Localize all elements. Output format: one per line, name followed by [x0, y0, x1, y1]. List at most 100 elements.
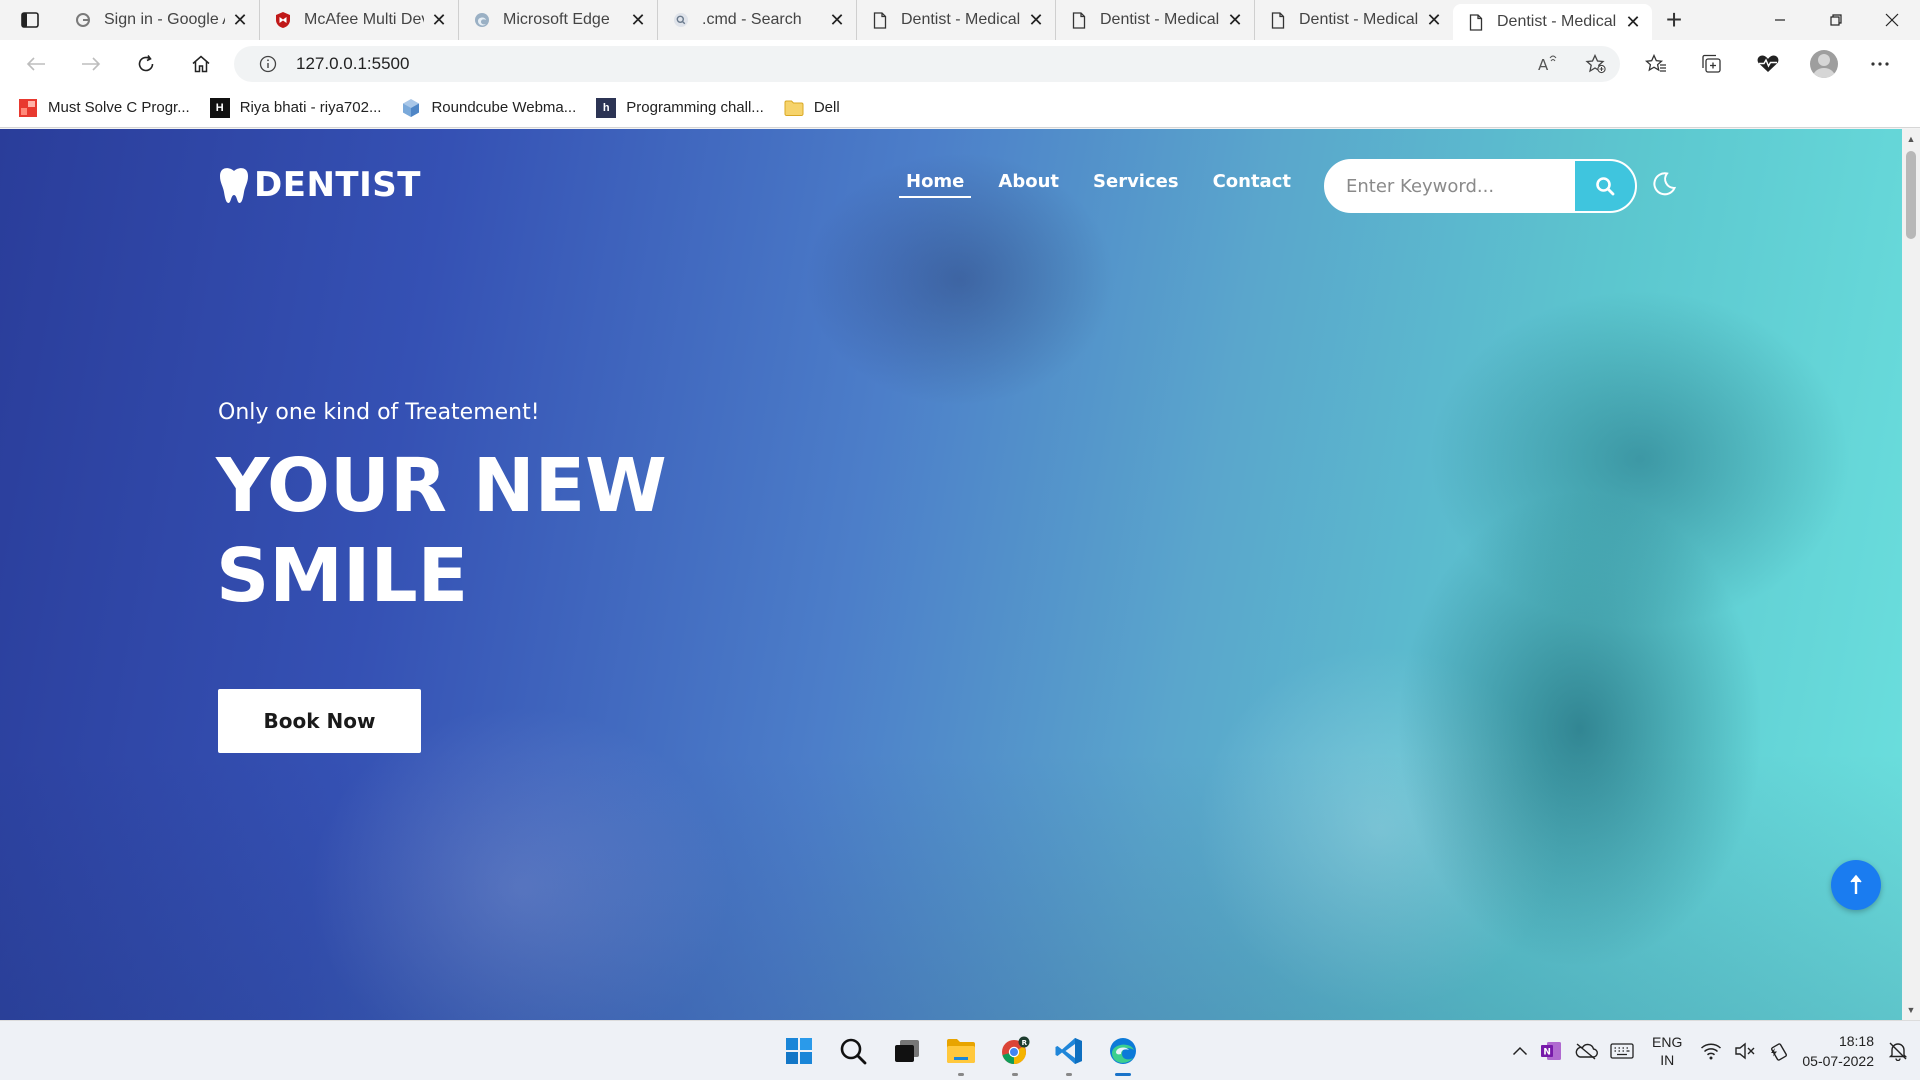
- address-bar[interactable]: 127.0.0.1:5500 A: [234, 46, 1620, 82]
- site-logo[interactable]: DENTIST: [218, 165, 421, 205]
- minimize-icon: [1775, 19, 1785, 21]
- home-button[interactable]: [173, 40, 228, 88]
- svg-text:N: N: [1543, 1048, 1551, 1058]
- browser-essentials-button[interactable]: [1740, 40, 1796, 88]
- hackerrank-icon: H: [209, 97, 230, 118]
- moon-icon: [1653, 172, 1677, 196]
- forward-arrow-icon: [81, 57, 100, 71]
- notification-bell-icon: [1888, 1042, 1908, 1061]
- site-search: [1324, 159, 1637, 213]
- page-icon: [871, 11, 889, 29]
- nav-about[interactable]: About: [998, 171, 1059, 198]
- restore-icon: [1830, 14, 1842, 26]
- forward-button[interactable]: [63, 40, 118, 88]
- tab-title: Sign in - Google A: [104, 11, 225, 28]
- dark-mode-toggle[interactable]: [1649, 169, 1679, 199]
- nav-services[interactable]: Services: [1093, 171, 1179, 198]
- back-button[interactable]: [8, 40, 63, 88]
- favorite-folder[interactable]: Dell: [784, 98, 840, 118]
- favorite-link[interactable]: Roundcube Webma...: [401, 98, 576, 118]
- volume-button[interactable]: [1728, 1021, 1762, 1080]
- running-indicator: [958, 1073, 964, 1076]
- close-tab-icon[interactable]: ✕: [1425, 10, 1443, 31]
- vscode-button[interactable]: [1042, 1021, 1096, 1080]
- scrollbar-thumb[interactable]: [1906, 151, 1916, 239]
- browser-tab[interactable]: Dentist - Medical ✕: [856, 0, 1055, 40]
- edge-button[interactable]: [1096, 1021, 1150, 1080]
- running-indicator: [1066, 1073, 1072, 1076]
- network-button[interactable]: [1694, 1021, 1728, 1080]
- battery-charging-icon: [1771, 1043, 1788, 1061]
- browser-tab[interactable]: Microsoft Edge ✕: [458, 0, 657, 40]
- taskbar-clock[interactable]: 18:18 05-07-2022: [1796, 1031, 1882, 1071]
- close-tab-icon[interactable]: ✕: [231, 10, 249, 31]
- onedrive-tray-button[interactable]: [1568, 1021, 1604, 1080]
- close-tab-icon[interactable]: ✕: [1226, 10, 1244, 31]
- scroll-up-arrow-icon[interactable]: ▲: [1902, 131, 1920, 147]
- search-button[interactable]: [1575, 161, 1635, 211]
- read-aloud-icon[interactable]: A: [1524, 55, 1572, 73]
- nav-contact[interactable]: Contact: [1213, 171, 1291, 198]
- browser-tab[interactable]: Dentist - Medical ✕: [1055, 0, 1254, 40]
- collections-button[interactable]: [1684, 40, 1740, 88]
- scroll-down-arrow-icon[interactable]: ▼: [1902, 1002, 1920, 1018]
- favorites-star-icon: [1645, 54, 1666, 72]
- close-tab-icon[interactable]: ✕: [1027, 10, 1045, 31]
- file-explorer-button[interactable]: [934, 1021, 988, 1080]
- browser-tab[interactable]: Sign in - Google A ✕: [60, 0, 259, 40]
- running-indicator: [1012, 1073, 1018, 1076]
- favorite-link[interactable]: H Riya bhati - riya702...: [209, 97, 381, 118]
- page-scrollbar[interactable]: ▲ ▼: [1902, 129, 1920, 1020]
- book-now-button[interactable]: Book Now: [218, 689, 421, 753]
- close-tab-icon[interactable]: ✕: [1624, 12, 1642, 33]
- hero-tagline: Only one kind of Treatement!: [218, 400, 540, 425]
- favorite-link[interactable]: h Programming chall...: [596, 97, 764, 118]
- notifications-button[interactable]: [1882, 1021, 1920, 1080]
- settings-more-button[interactable]: [1852, 40, 1908, 88]
- hackerearth-icon: h: [596, 97, 617, 118]
- site-info-icon[interactable]: [250, 55, 286, 73]
- start-button[interactable]: [772, 1021, 826, 1080]
- browser-tab[interactable]: .cmd - Search ✕: [657, 0, 856, 40]
- browser-tab[interactable]: Dentist - Medical ✕: [1254, 0, 1453, 40]
- refresh-button[interactable]: [118, 40, 173, 88]
- onenote-tray-button[interactable]: N: [1534, 1021, 1568, 1080]
- taskbar-search-button[interactable]: [826, 1021, 880, 1080]
- add-favorite-icon[interactable]: [1572, 54, 1620, 74]
- refresh-icon: [138, 55, 153, 72]
- new-tab-button[interactable]: +: [1652, 0, 1696, 40]
- nav-home[interactable]: Home: [899, 171, 972, 198]
- favorites-button[interactable]: [1628, 40, 1684, 88]
- close-tab-icon[interactable]: ✕: [629, 10, 647, 31]
- close-window-button[interactable]: [1864, 0, 1920, 40]
- search-input[interactable]: [1326, 161, 1575, 211]
- scroll-to-top-button[interactable]: [1831, 860, 1881, 910]
- window-controls: [1752, 0, 1920, 40]
- logo-text: DENTIST: [254, 165, 421, 205]
- close-tab-icon[interactable]: ✕: [828, 10, 846, 31]
- browser-tab-active[interactable]: Dentist - Medical ✕: [1453, 4, 1652, 40]
- language-indicator[interactable]: ENG IN: [1640, 1033, 1694, 1069]
- collections-icon: [1702, 54, 1721, 73]
- language-code: ENG: [1652, 1034, 1683, 1050]
- task-view-button[interactable]: [880, 1021, 934, 1080]
- page-icon: [1269, 11, 1287, 29]
- browser-tab[interactable]: McAfee Multi Dev ✕: [259, 0, 458, 40]
- favorite-link[interactable]: Must Solve C Progr...: [18, 98, 190, 118]
- profile-button[interactable]: [1796, 40, 1852, 88]
- chrome-button[interactable]: R: [988, 1021, 1042, 1080]
- favorite-label: Must Solve C Progr...: [48, 99, 190, 116]
- close-tab-icon[interactable]: ✕: [430, 10, 448, 31]
- search-icon: [840, 1038, 867, 1065]
- avatar: [1810, 50, 1838, 78]
- battery-button[interactable]: [1762, 1021, 1796, 1080]
- close-icon: [1885, 13, 1899, 27]
- show-hidden-icons-button[interactable]: [1506, 1021, 1534, 1080]
- system-tray: N ENG IN 18:18 05-07-2022: [1506, 1021, 1920, 1080]
- tab-title: Dentist - Medical: [1497, 13, 1617, 30]
- touch-keyboard-button[interactable]: [1604, 1021, 1640, 1080]
- restore-button[interactable]: [1808, 0, 1864, 40]
- minimize-button[interactable]: [1752, 0, 1808, 40]
- address-url: 127.0.0.1:5500: [296, 54, 410, 73]
- tab-actions-menu-button[interactable]: [0, 0, 60, 40]
